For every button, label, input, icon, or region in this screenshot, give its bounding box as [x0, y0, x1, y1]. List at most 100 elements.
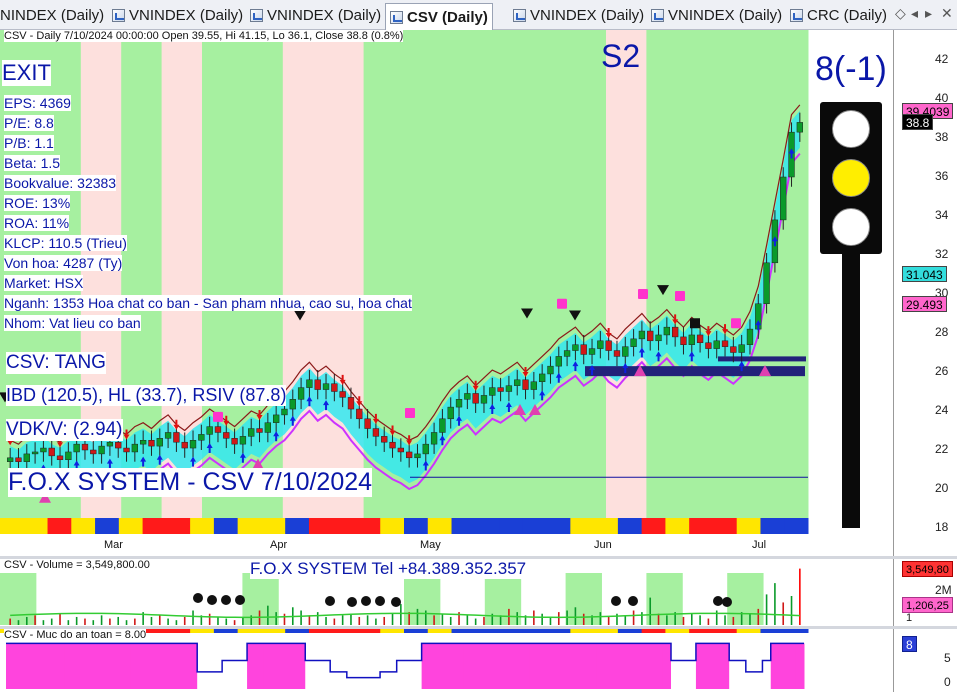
safety-bar	[222, 660, 231, 689]
candle-body	[580, 344, 587, 355]
safety-bar	[754, 671, 763, 689]
candle-body	[156, 438, 163, 447]
candle-body	[738, 344, 745, 353]
candle-body	[688, 334, 695, 345]
volume-dot-marker	[375, 596, 385, 606]
candle-body	[389, 441, 396, 449]
safety-bar	[272, 643, 281, 689]
safety-state-segment	[190, 629, 215, 633]
safety-bar	[604, 643, 614, 689]
candle-body	[663, 326, 671, 336]
zone-band	[525, 30, 567, 525]
safety-bar	[745, 671, 755, 689]
tab-vnindex-4[interactable]: VNINDEX (Daily)	[651, 3, 782, 27]
candle-body	[763, 262, 770, 305]
support-box	[718, 356, 806, 362]
state-segment	[261, 518, 286, 534]
candle-body	[630, 338, 637, 347]
price-tick: 36	[935, 169, 949, 183]
volume-dot-marker	[347, 597, 357, 607]
candle-body	[189, 440, 197, 449]
pin-icon[interactable]: ◇	[895, 5, 906, 22]
candle-body	[322, 383, 330, 390]
stage-label: S2	[601, 38, 641, 74]
bottom-state-bar	[0, 518, 809, 534]
chart-icon	[651, 8, 664, 22]
price-tick: 38	[935, 130, 949, 144]
chart-icon	[112, 8, 125, 22]
safety-bar	[729, 660, 738, 689]
tab-nindex[interactable]: NINDEX (Daily)	[0, 3, 104, 27]
safety-state-segment	[166, 629, 191, 633]
volume-pane[interactable]: CSV - Volume = 3,549,800.00 F.O.X SYSTEM…	[0, 559, 893, 626]
safety-state-segment	[499, 629, 524, 633]
safety-bar	[762, 660, 772, 689]
safety-state-segment	[356, 629, 381, 633]
candle-body	[123, 447, 130, 453]
tab-vnindex-3[interactable]: VNINDEX (Daily)	[513, 3, 644, 27]
safety-bar	[321, 660, 331, 689]
tab-vnindex-1[interactable]: VNINDEX (Daily)	[112, 3, 243, 27]
tab-vnindex-2[interactable]: VNINDEX (Daily)	[250, 3, 381, 27]
safety-bar	[188, 643, 198, 689]
candle-body	[422, 443, 429, 455]
tab-label: VNINDEX (Daily)	[129, 6, 244, 24]
safety-bar	[47, 643, 57, 689]
tab-crc[interactable]: CRC (Daily)	[790, 3, 887, 27]
safety-tick: 5	[944, 651, 951, 665]
volume-dot-marker	[193, 593, 203, 603]
safety-value-tag: 8	[902, 636, 917, 652]
safety-bar	[238, 660, 248, 689]
safety-state-segment	[760, 629, 785, 633]
safety-state-segment	[380, 629, 405, 633]
safety-bar	[479, 643, 489, 689]
safety-bar	[296, 643, 306, 689]
candle-body	[555, 356, 562, 367]
traffic-light-pole	[842, 254, 860, 528]
magenta-marker	[638, 289, 648, 299]
safety-state-segment	[712, 629, 738, 633]
candle-body	[214, 426, 222, 433]
candle-body	[281, 408, 288, 416]
state-segment	[308, 518, 334, 534]
light-middle	[832, 159, 870, 197]
safety-bar	[438, 643, 448, 689]
price-pane[interactable]: CSV - Daily 7/10/2024 00:00:00 Open 39.5…	[0, 30, 893, 556]
candle-body	[430, 432, 438, 445]
safety-bar	[80, 643, 90, 689]
volume-zone	[0, 573, 37, 625]
candle-body	[239, 436, 247, 445]
state-segment	[427, 518, 453, 534]
scroll-right-icon[interactable]: ▸	[925, 5, 932, 22]
price-tick: 22	[935, 442, 949, 456]
tab-csv-active[interactable]: CSV (Daily)	[385, 3, 493, 30]
safety-bar	[30, 643, 40, 689]
price-value-tag: 29.493	[902, 295, 947, 312]
safety-bar	[662, 643, 672, 689]
state-segment	[285, 518, 310, 534]
scroll-left-icon[interactable]: ◂	[911, 5, 918, 22]
candle-body	[347, 397, 355, 410]
zone-band	[565, 30, 607, 525]
support-box	[585, 366, 805, 377]
light-top	[832, 110, 870, 148]
candle-body	[372, 428, 380, 437]
state-segment	[213, 518, 239, 534]
safety-state-segment	[689, 629, 714, 633]
fundamental-item: Von hoa: 4287 (Ty)	[4, 255, 123, 271]
volume-dot-marker	[221, 595, 231, 605]
safety-pane[interactable]: CSV - Muc do an toan = 8.00	[0, 629, 893, 692]
state-segment	[570, 518, 595, 534]
state-segment	[237, 518, 262, 534]
close-icon[interactable]: ✕	[941, 5, 953, 22]
safety-bar	[646, 643, 655, 689]
price-tick: 18	[935, 520, 949, 534]
safety-bar	[139, 643, 148, 689]
safety-bar	[163, 643, 173, 689]
safety-bar	[380, 671, 389, 689]
safety-state-segment	[451, 629, 476, 633]
safety-bar	[72, 643, 82, 689]
zone-band	[767, 30, 809, 525]
candle-body	[464, 393, 471, 400]
safety-state-segment	[784, 629, 809, 633]
